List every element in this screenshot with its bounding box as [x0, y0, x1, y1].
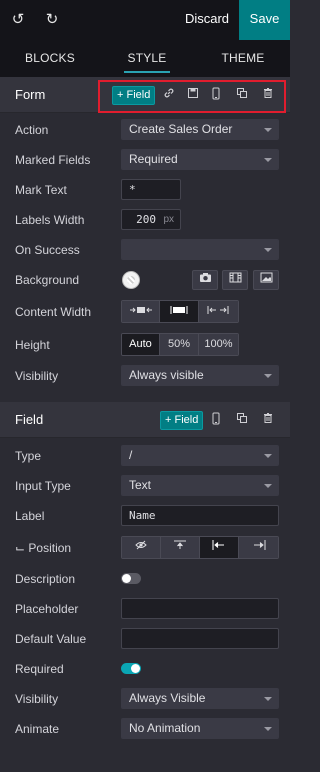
top-bar: ↺ ↻ Discard Save: [0, 0, 290, 40]
placeholder-input[interactable]: [121, 598, 279, 619]
duplicate-icon[interactable]: [234, 412, 250, 428]
description-label: Description: [15, 572, 76, 586]
save-button[interactable]: Save: [239, 0, 290, 40]
labels-width-value: 200: [136, 213, 156, 226]
trash-icon[interactable]: [260, 412, 276, 428]
image-icon[interactable]: [253, 270, 279, 290]
on-success-label: On Success: [15, 243, 80, 257]
animate-value: No Animation: [129, 721, 201, 735]
tab-blocks[interactable]: BLOCKS: [0, 40, 100, 77]
mark-text-input[interactable]: *: [121, 179, 181, 200]
input-type-value: Text: [129, 478, 152, 492]
chevron-down-icon: [264, 158, 272, 162]
visibility-value: Always visible: [129, 368, 204, 382]
visibility-label: Visibility: [15, 369, 59, 383]
input-type-label: Input Type: [15, 479, 71, 493]
editor-tabs: BLOCKS STYLE THEME: [0, 40, 290, 77]
animate-label: Animate: [15, 722, 60, 736]
default-value-input[interactable]: [121, 628, 279, 649]
form-section-body: Action Create Sales Order Marked Fields …: [0, 113, 290, 393]
content-width-label: Content Width: [15, 305, 92, 319]
default-value-label: Default Value: [15, 632, 87, 646]
background-label: Background: [15, 273, 80, 287]
on-success-select[interactable]: [121, 239, 279, 260]
content-width-small[interactable]: [122, 301, 161, 322]
content-width-full[interactable]: [198, 301, 238, 322]
chevron-down-icon: [264, 128, 272, 132]
action-label: Action: [15, 123, 49, 137]
chevron-down-icon: [264, 454, 272, 458]
marked-fields-select[interactable]: Required: [121, 149, 279, 170]
marked-fields-value: Required: [129, 152, 178, 166]
labels-width-label: Labels Width: [15, 213, 85, 227]
chevron-down-icon: [264, 697, 272, 701]
undo-icon[interactable]: ↺: [8, 10, 28, 30]
field-visibility-select[interactable]: Always Visible: [121, 688, 279, 709]
chevron-down-icon: [264, 248, 272, 252]
type-label: Type: [15, 449, 42, 463]
tab-style[interactable]: STYLE: [106, 40, 188, 77]
film-icon[interactable]: [222, 270, 248, 290]
add-field-button[interactable]: + Field: [160, 411, 204, 430]
field-section-header: Field + Field: [0, 402, 290, 438]
height-option-50[interactable]: 50%: [160, 334, 199, 355]
height-option-100[interactable]: 100%: [199, 334, 238, 355]
required-toggle[interactable]: [121, 663, 141, 674]
tab-theme[interactable]: THEME: [196, 40, 290, 77]
position-toggle: [121, 536, 279, 559]
height-label: Height: [15, 338, 50, 352]
marked-fields-label: Marked Fields: [15, 153, 91, 167]
height-toggle: Auto 50% 100%: [121, 333, 239, 356]
highlight-box: [98, 80, 286, 113]
position-left-icon[interactable]: [200, 537, 239, 558]
placeholder-label: Placeholder: [15, 602, 79, 616]
field-visibility-label: Visibility: [15, 692, 59, 706]
camera-icon[interactable]: [192, 270, 218, 290]
field-section-title: Field: [15, 412, 44, 427]
content-width-toggle: [121, 300, 239, 323]
position-top-icon[interactable]: [161, 537, 200, 558]
chevron-down-icon: [264, 374, 272, 378]
form-section-title: Form: [15, 87, 46, 102]
redo-icon[interactable]: ↻: [42, 10, 62, 30]
visibility-select[interactable]: Always visible: [121, 365, 279, 386]
chevron-down-icon: [264, 484, 272, 488]
action-select[interactable]: Create Sales Order: [121, 119, 279, 140]
description-toggle[interactable]: [121, 573, 141, 584]
mobile-icon[interactable]: [208, 412, 224, 428]
height-option-auto[interactable]: Auto: [122, 334, 160, 355]
discard-button[interactable]: Discard: [175, 0, 239, 40]
label-label: Label: [15, 509, 45, 523]
input-type-select[interactable]: Text: [121, 475, 279, 496]
labels-width-unit: px: [163, 214, 174, 225]
label-input[interactable]: Name: [121, 505, 279, 526]
mark-text-label: Mark Text: [15, 183, 67, 197]
field-visibility-value: Always Visible: [129, 691, 206, 705]
labels-width-input[interactable]: 200 px: [121, 209, 181, 230]
eye-slash-icon[interactable]: [122, 537, 161, 558]
field-section-body: Type / Input Type Text Label Name ⌙ Posi…: [0, 438, 290, 753]
chevron-down-icon: [264, 727, 272, 731]
color-picker[interactable]: [122, 271, 140, 289]
animate-select[interactable]: No Animation: [121, 718, 279, 739]
position-label: ⌙ Position: [15, 541, 72, 555]
content-width-medium[interactable]: [160, 301, 199, 322]
type-value: /: [129, 448, 133, 462]
position-right-icon[interactable]: [239, 537, 278, 558]
action-value: Create Sales Order: [129, 122, 233, 136]
required-label: Required: [15, 662, 64, 676]
type-select[interactable]: /: [121, 445, 279, 466]
